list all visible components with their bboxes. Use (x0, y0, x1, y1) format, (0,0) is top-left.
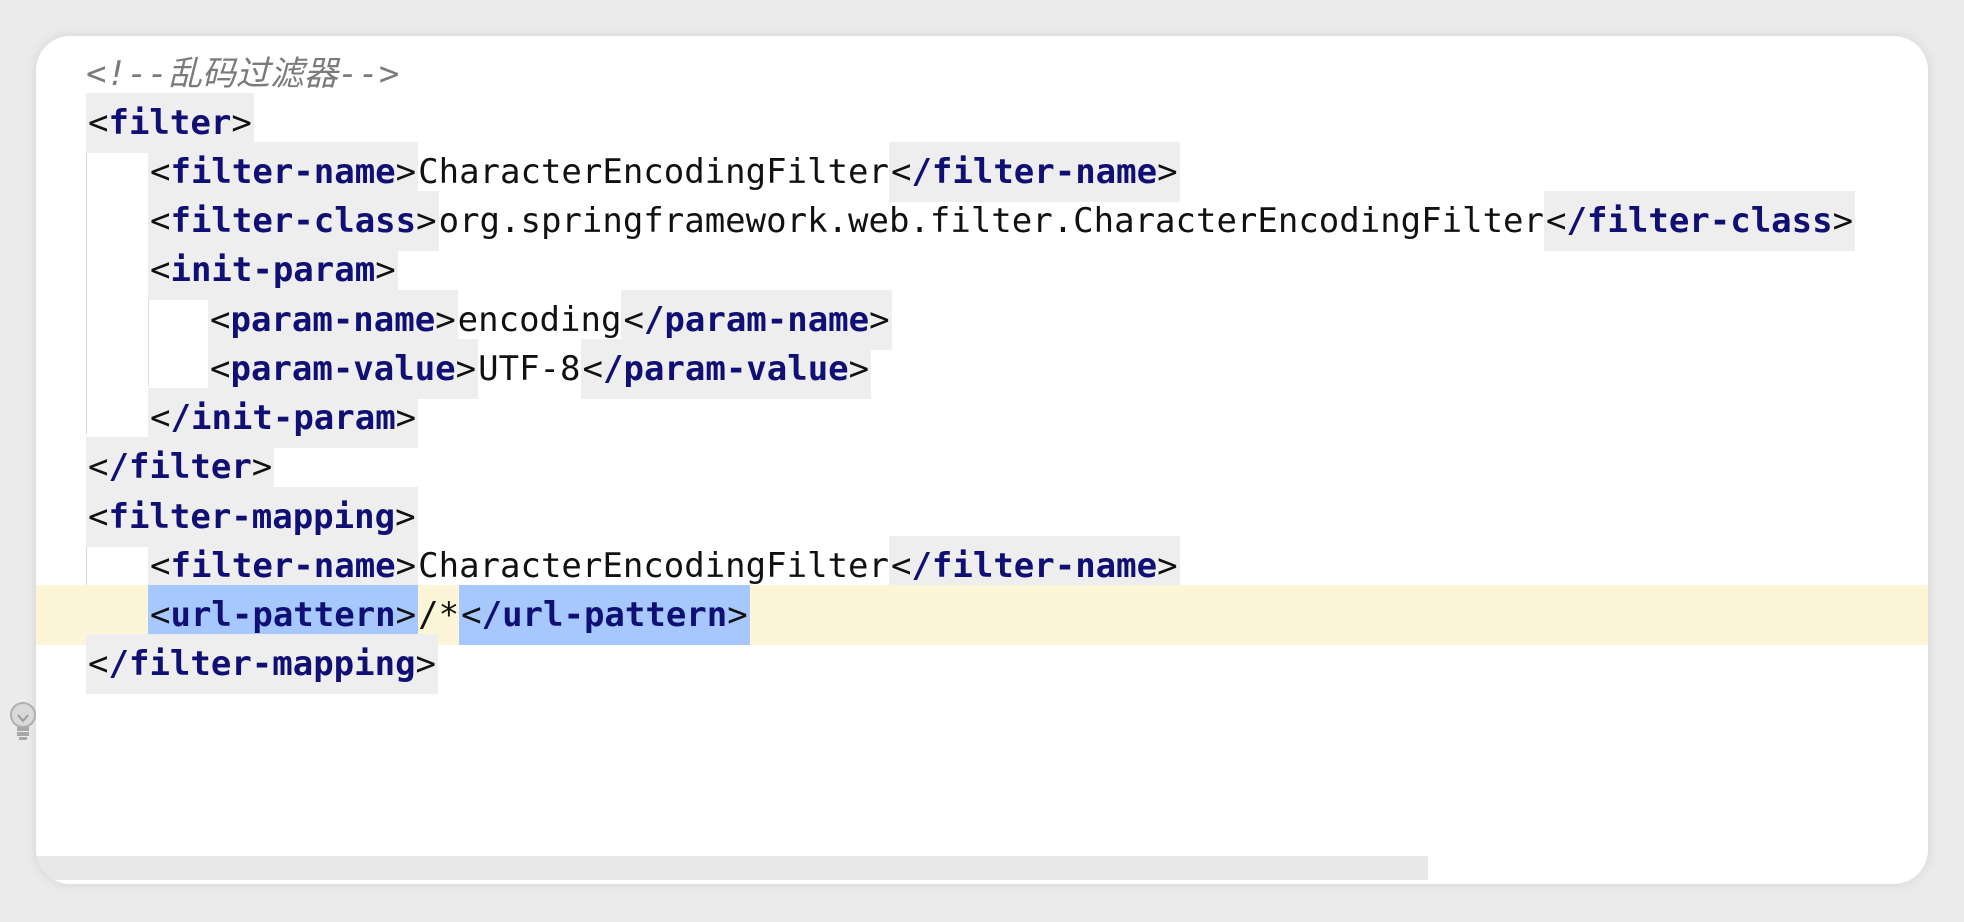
code-editor[interactable]: <!--乱码过滤器--> <filter> <filter-name> Chara… (36, 36, 1928, 884)
code-line[interactable]: </filter-mapping> (36, 634, 1928, 694)
lightbulb-icon[interactable] (6, 700, 40, 744)
horizontal-scrollbar[interactable] (36, 856, 1428, 880)
xml-close-tag: </filter-mapping> (86, 634, 439, 694)
